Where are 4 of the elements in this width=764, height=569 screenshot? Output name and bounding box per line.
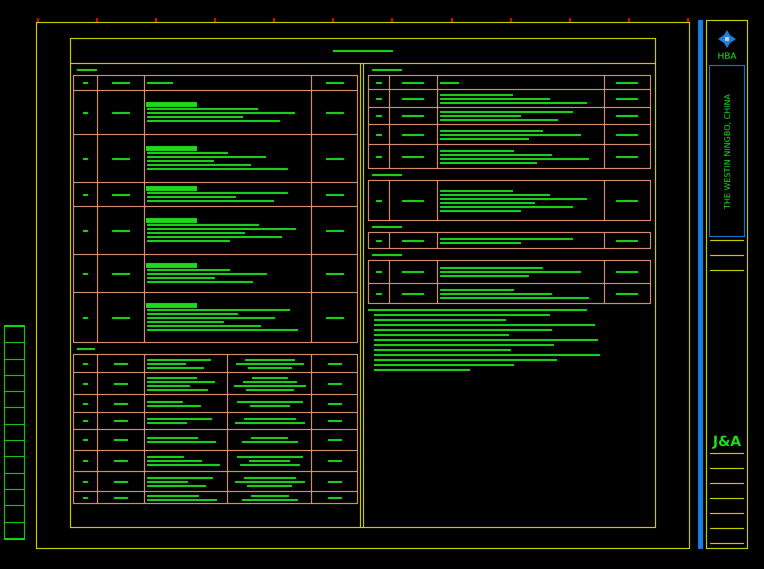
project-name: THE WESTIN NINGBO, CHINA — [722, 94, 732, 208]
firm-logo: J&A — [712, 434, 742, 450]
logo-text: HBA — [717, 52, 737, 62]
logo-icon — [717, 29, 737, 49]
